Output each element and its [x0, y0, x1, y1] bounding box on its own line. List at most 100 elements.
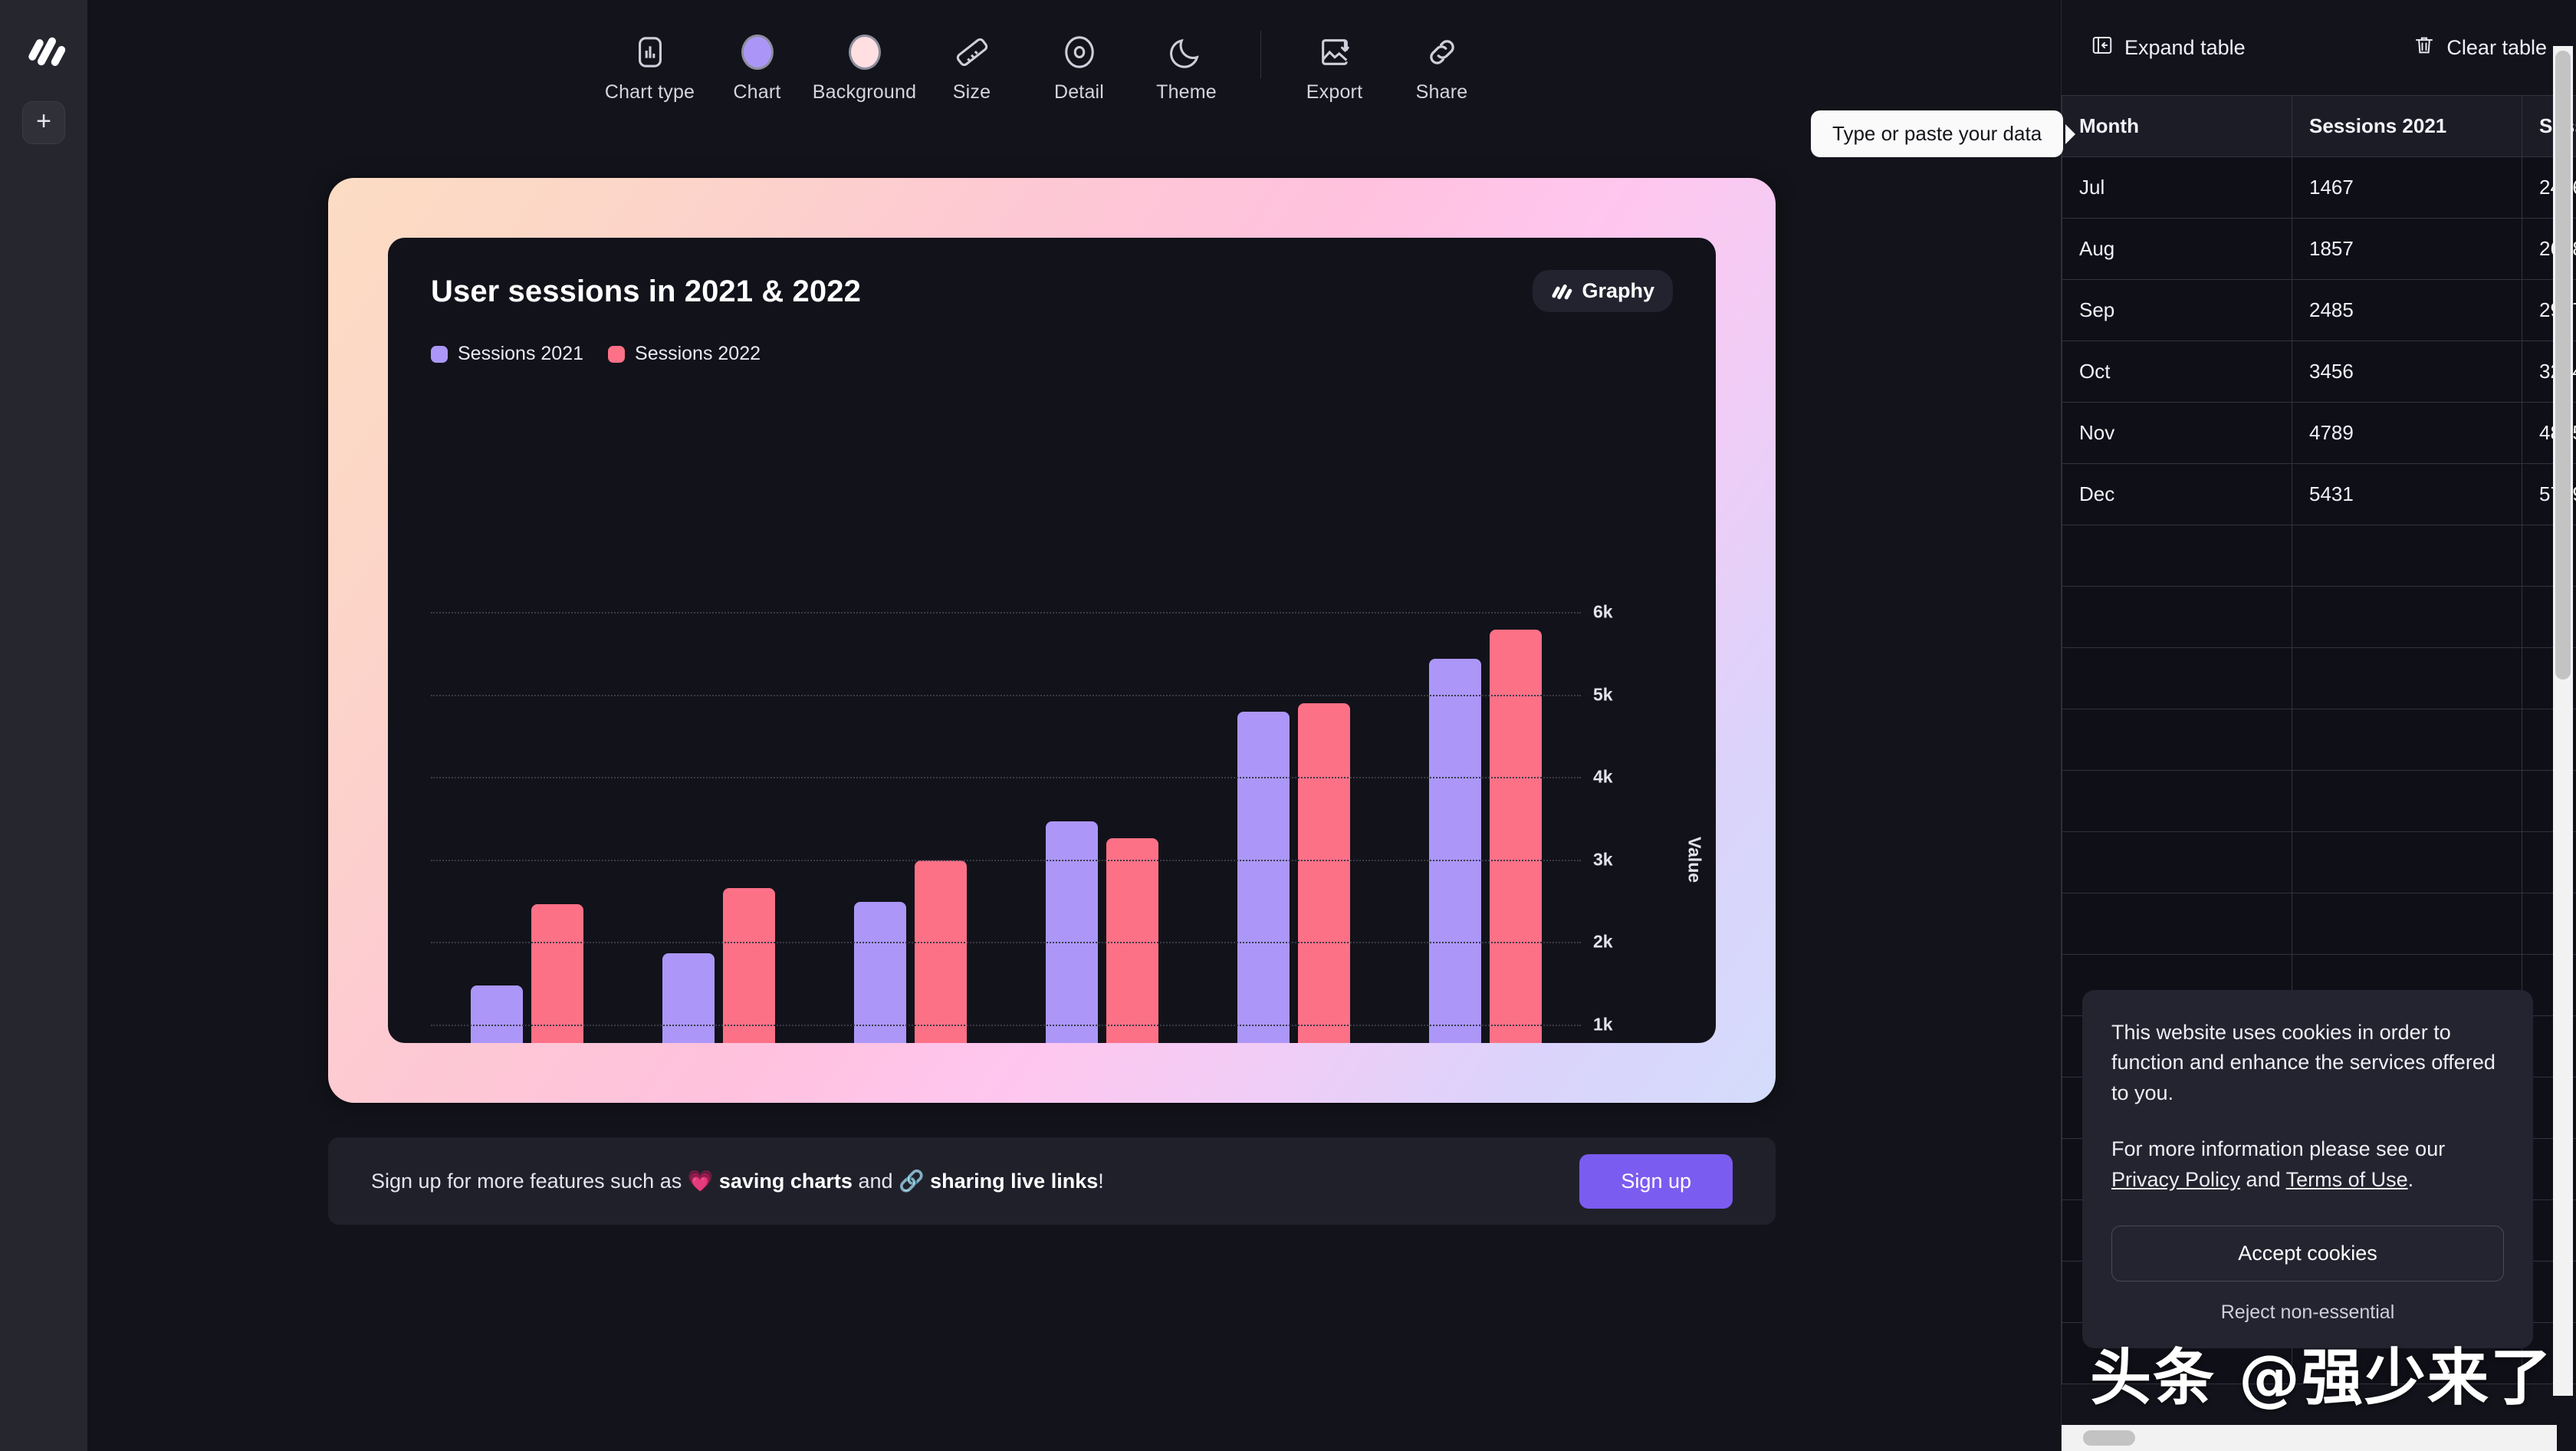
bar[interactable] — [1489, 629, 1542, 1043]
table-row[interactable]: Aug18572648 — [2062, 218, 2576, 280]
toolbar-item-chart-type[interactable]: Chart type — [596, 23, 704, 104]
table-cell[interactable]: Aug — [2062, 218, 2292, 280]
table-row[interactable]: Dec54315789 — [2062, 463, 2576, 525]
privacy-policy-link[interactable]: Privacy Policy — [2111, 1168, 2240, 1191]
table-row[interactable] — [2062, 709, 2576, 771]
bar[interactable] — [1045, 821, 1098, 1043]
grid-line — [431, 859, 1581, 861]
table-cell[interactable] — [2292, 647, 2522, 709]
terms-of-use-link[interactable]: Terms of Use — [2286, 1168, 2408, 1191]
bar[interactable] — [662, 953, 715, 1043]
toolbar-label: Chart — [733, 81, 781, 103]
bar[interactable] — [1428, 659, 1481, 1043]
table-row[interactable]: Nov47894895 — [2062, 402, 2576, 464]
table-cell[interactable]: Nov — [2062, 402, 2292, 464]
bar[interactable] — [722, 888, 775, 1043]
table-cell[interactable] — [2292, 893, 2522, 955]
table-cell[interactable] — [2292, 709, 2522, 771]
expand-table-button[interactable]: Expand table — [2091, 34, 2246, 62]
table-column-header[interactable]: Sessions 2021 — [2292, 95, 2522, 157]
chart-card: User sessions in 2021 & 2022 Graphy Sess… — [388, 238, 1716, 1043]
bar[interactable] — [853, 901, 906, 1043]
table-row[interactable] — [2062, 586, 2576, 648]
table-cell[interactable] — [2062, 525, 2292, 587]
toolbar-item-export[interactable]: Export — [1281, 23, 1388, 104]
table-column-header[interactable]: Month — [2062, 95, 2292, 157]
table-row[interactable]: Oct34563254 — [2062, 341, 2576, 403]
toolbar-item-theme[interactable]: Theme — [1133, 23, 1240, 104]
cookie-line2-mid: and — [2240, 1167, 2286, 1191]
table-row[interactable] — [2062, 647, 2576, 709]
toolbar-label: Detail — [1053, 81, 1105, 103]
table-cell[interactable]: 4789 — [2292, 402, 2522, 464]
table-cell[interactable] — [2292, 586, 2522, 648]
toolbar-item-size[interactable]: Size — [918, 23, 1026, 104]
table-cell[interactable] — [2292, 770, 2522, 832]
left-rail: + — [0, 0, 87, 1451]
table-cell[interactable] — [2062, 893, 2292, 955]
background-color-swatch-icon — [845, 32, 885, 72]
heart-icon: 💗 — [687, 1170, 714, 1193]
table-cell[interactable]: Jul — [2062, 156, 2292, 219]
table-row[interactable] — [2062, 893, 2576, 955]
table-vertical-scrollbar[interactable] — [2553, 46, 2573, 1396]
app-root: + Chart type Chart Background Size Detai… — [0, 0, 2576, 1451]
table-cell[interactable]: Oct — [2062, 341, 2292, 403]
bar[interactable] — [531, 903, 583, 1043]
signup-message: Sign up for more features such as 💗 savi… — [371, 1169, 1104, 1193]
legend-label: Sessions 2022 — [635, 343, 761, 364]
table-cell[interactable]: Dec — [2062, 463, 2292, 525]
accept-cookies-button[interactable]: Accept cookies — [2111, 1226, 2504, 1282]
toolbar-item-detail[interactable]: Detail — [1026, 23, 1133, 104]
y-axis-tick: 4k — [1593, 766, 1613, 787]
legend-item[interactable]: Sessions 2022 — [608, 343, 761, 365]
table-horizontal-scrollbar[interactable] — [2062, 1425, 2557, 1451]
bar-group: Sep — [814, 612, 1006, 1043]
table-cell[interactable]: 2485 — [2292, 279, 2522, 341]
graphy-logo-icon[interactable] — [23, 32, 67, 74]
table-row[interactable]: Sep24852987 — [2062, 279, 2576, 341]
table-cell[interactable]: Sep — [2062, 279, 2292, 341]
table-row[interactable] — [2062, 770, 2576, 832]
bar[interactable] — [1106, 838, 1158, 1043]
table-row[interactable] — [2062, 525, 2576, 587]
add-chart-button[interactable]: + — [22, 101, 65, 144]
table-row[interactable] — [2062, 831, 2576, 893]
table-cell[interactable]: 3456 — [2292, 341, 2522, 403]
signup-mid: and — [852, 1170, 899, 1193]
bar[interactable] — [914, 860, 967, 1043]
table-cell[interactable]: 5431 — [2292, 463, 2522, 525]
table-cell[interactable] — [2292, 831, 2522, 893]
scrollbar-thumb[interactable] — [2083, 1430, 2135, 1446]
table-cell[interactable] — [2062, 709, 2292, 771]
bar[interactable] — [470, 985, 523, 1043]
table-cell[interactable] — [2062, 770, 2292, 832]
clear-table-button[interactable]: Clear table — [2413, 34, 2547, 62]
panel-header: Expand table Clear table — [2062, 0, 2576, 95]
reject-non-essential-button[interactable]: Reject non-essential — [2111, 1301, 2504, 1324]
toolbar-label: Chart type — [604, 81, 695, 103]
table-cell[interactable] — [2062, 647, 2292, 709]
toolbar-item-background[interactable]: Background — [811, 23, 918, 104]
signup-prefix: Sign up for more features such as — [371, 1170, 688, 1193]
toolbar-item-share[interactable]: Share — [1388, 23, 1496, 104]
table-cell[interactable]: 1467 — [2292, 156, 2522, 219]
expand-table-label: Expand table — [2124, 35, 2246, 59]
table-cell[interactable] — [2062, 586, 2292, 648]
table-cell[interactable]: 1857 — [2292, 218, 2522, 280]
link-emoji-icon: 🔗 — [899, 1170, 925, 1193]
toolbar-label: Share — [1415, 81, 1468, 103]
clear-table-label: Clear table — [2446, 35, 2547, 59]
sign-up-button[interactable]: Sign up — [1579, 1153, 1733, 1209]
y-axis-tick: 3k — [1593, 849, 1613, 869]
graphy-watermark-badge[interactable]: Graphy — [1533, 270, 1673, 312]
table-cell[interactable] — [2292, 525, 2522, 587]
scrollbar-thumb[interactable] — [2555, 51, 2571, 679]
table-row[interactable]: Jul14672456 — [2062, 156, 2576, 219]
bar-group: Oct — [1006, 612, 1198, 1043]
toolbar-item-chart[interactable]: Chart — [704, 23, 811, 104]
legend-item[interactable]: Sessions 2021 — [431, 343, 583, 365]
table-cell[interactable] — [2062, 831, 2292, 893]
bar[interactable] — [1297, 702, 1350, 1043]
bar[interactable] — [1237, 712, 1290, 1043]
